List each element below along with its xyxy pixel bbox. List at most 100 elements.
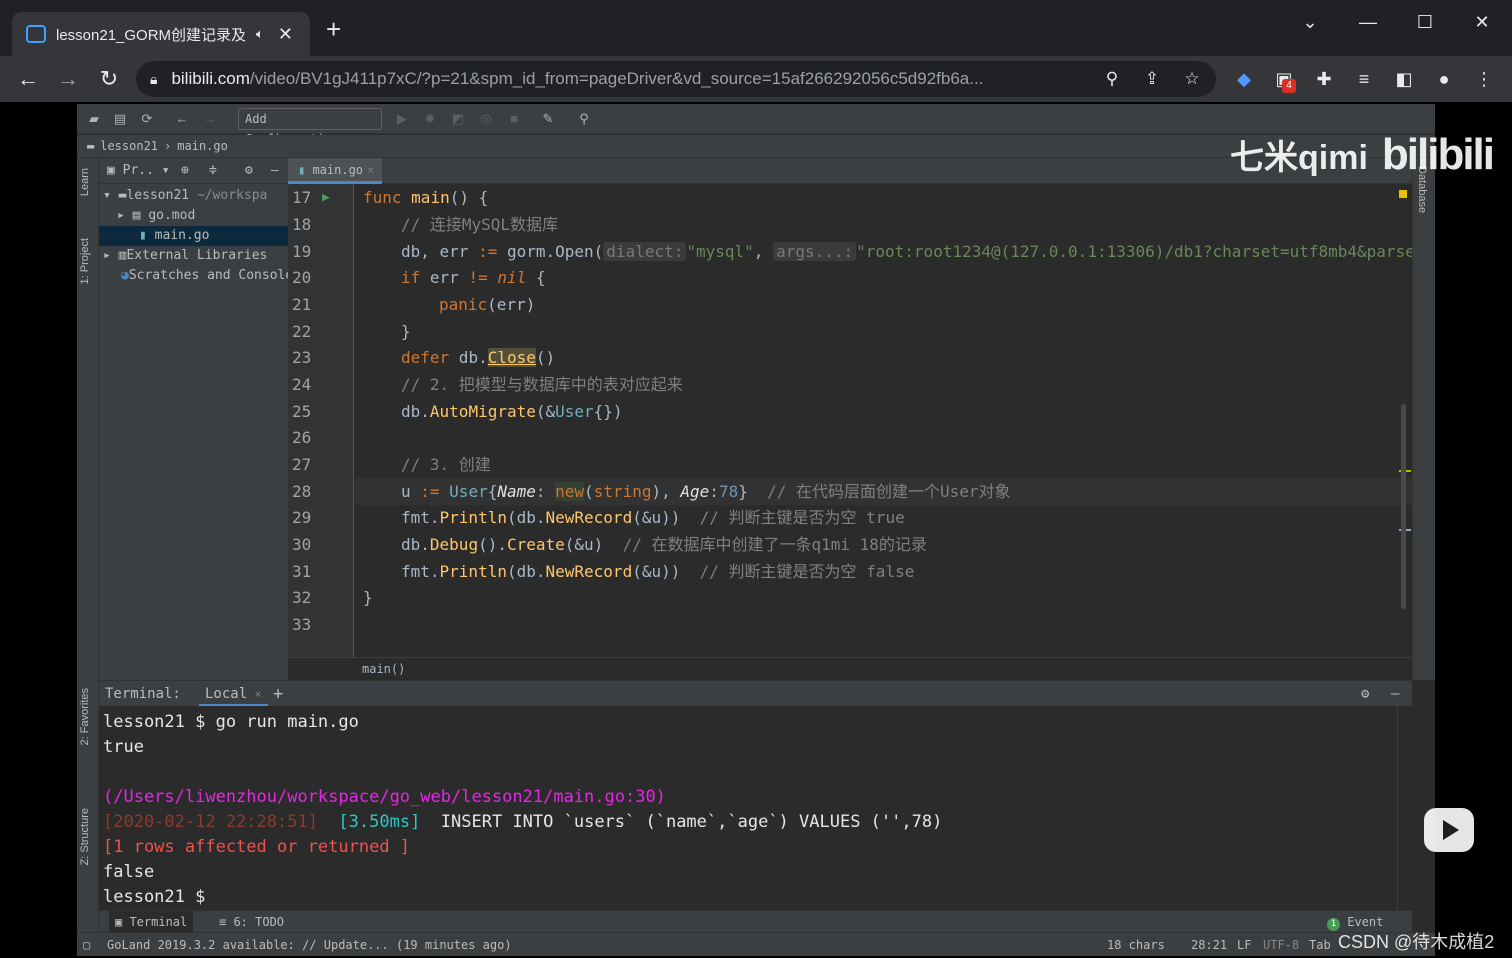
line-number: 18 bbox=[292, 215, 312, 234]
back-icon[interactable]: ← bbox=[14, 65, 42, 93]
structure-tool-tab[interactable]: Z: Structure bbox=[79, 808, 91, 865]
hide-panel-icon[interactable]: — bbox=[271, 158, 279, 184]
profile-icon[interactable]: ◎ bbox=[477, 110, 495, 128]
line-number: 20 bbox=[292, 268, 312, 287]
terminal-output[interactable]: lesson21 $ go run main.go true (/Users/l… bbox=[99, 706, 1398, 910]
close-terminal-tab-icon[interactable]: × bbox=[247, 687, 261, 701]
close-window-button[interactable]: ✕ bbox=[1462, 8, 1502, 36]
tree-item-external-libraries[interactable]: ▸ ▥External Libraries bbox=[99, 246, 288, 266]
tree-item-scratches[interactable]: ◕Scratches and Consoles bbox=[99, 266, 288, 286]
reload-icon[interactable]: ↻ bbox=[95, 65, 123, 93]
debug-icon[interactable]: ✹ bbox=[421, 110, 439, 128]
wrench-icon[interactable]: ✎ bbox=[539, 110, 557, 128]
search-everywhere-icon[interactable]: ⚲ bbox=[575, 110, 593, 128]
line-number: 21 bbox=[292, 295, 312, 314]
close-tab-icon[interactable]: × bbox=[367, 163, 374, 177]
terminal-tab-local[interactable]: Local × bbox=[199, 681, 268, 707]
terminal-prompt: lesson21 $ bbox=[103, 887, 206, 907]
forward-nav-icon[interactable]: → bbox=[201, 110, 219, 128]
collapse-icon[interactable]: ≑ bbox=[209, 158, 217, 184]
save-icon[interactable]: ▤ bbox=[111, 110, 129, 128]
terminal-line: lesson21 $ go run main.go bbox=[103, 712, 359, 732]
speaker-icon[interactable]: 🔈︎ bbox=[256, 26, 264, 42]
share-icon[interactable]: ⇪ bbox=[1140, 67, 1164, 91]
tree-item-go-mod[interactable]: ▸ ▤ go.mod bbox=[99, 206, 288, 226]
scratches-icon: ◕ bbox=[121, 268, 129, 283]
new-terminal-tab-button[interactable]: + bbox=[273, 681, 283, 707]
editor-scrollbar[interactable] bbox=[1401, 404, 1406, 609]
status-caret-position[interactable]: 28:21 bbox=[1191, 933, 1227, 957]
play-button-icon[interactable] bbox=[1424, 808, 1474, 852]
back-nav-icon[interactable]: ← bbox=[173, 110, 191, 128]
extension-diamond-icon[interactable]: ◆ bbox=[1232, 67, 1256, 91]
forward-icon[interactable]: → bbox=[54, 65, 82, 93]
reading-list-icon[interactable]: ≡ bbox=[1352, 67, 1376, 91]
code-editor[interactable]: func main() { // 连接MySQL数据库 db, err := g… bbox=[355, 184, 1412, 680]
sync-icon[interactable]: ⟳ bbox=[138, 110, 156, 128]
status-line-separator[interactable]: LF bbox=[1237, 933, 1251, 957]
terminal-line: [1 rows affected or returned ] bbox=[103, 837, 411, 857]
terminal-line: false bbox=[103, 862, 155, 882]
terminal-settings-icon[interactable]: ⚙ bbox=[1361, 681, 1369, 707]
status-window-icon[interactable]: ▢ bbox=[83, 933, 90, 957]
project-view-selector[interactable]: Pr.. bbox=[123, 163, 154, 178]
address-bar[interactable]: 🔒︎ bilibili.com/video/BV1gJ411p7xC/?p=21… bbox=[136, 61, 1216, 97]
line-number: 28 bbox=[292, 482, 312, 501]
url-text[interactable]: bilibili.com/video/BV1gJ411p7xC/?p=21&sp… bbox=[171, 69, 1081, 89]
extension-badge-icon[interactable]: ▣4 bbox=[1272, 67, 1296, 93]
lock-icon[interactable]: 🔒︎ bbox=[150, 71, 157, 88]
new-tab-button[interactable]: + bbox=[326, 16, 341, 42]
browser-tab[interactable]: lesson21_GORM创建记录及 🔈︎ ✕ bbox=[12, 12, 310, 56]
add-configuration-button[interactable]: Add Configuration... bbox=[238, 108, 382, 146]
collapse-arrow-icon[interactable]: ▸ bbox=[103, 248, 119, 263]
terminal-header: Terminal: Local × + ⚙ — bbox=[99, 680, 1412, 707]
run-gutter-icon[interactable]: ▶ bbox=[322, 184, 330, 211]
breadcrumb-project[interactable]: lesson21 bbox=[100, 139, 158, 153]
breadcrumb-file[interactable]: main.go bbox=[177, 139, 228, 153]
expand-arrow-icon[interactable]: ▾ bbox=[103, 188, 119, 203]
settings-gear-icon[interactable]: ⚙ bbox=[245, 158, 253, 184]
minimize-button[interactable]: — bbox=[1348, 8, 1388, 36]
status-indent[interactable]: Tab bbox=[1309, 933, 1331, 957]
tree-item-main-go[interactable]: ▮ main.go bbox=[99, 226, 288, 246]
learn-tool-tab[interactable]: Learn bbox=[79, 168, 91, 196]
open-folder-icon[interactable]: ▰ bbox=[85, 110, 103, 128]
dropdown-arrow-icon[interactable]: ▾ bbox=[154, 163, 170, 178]
status-encoding[interactable]: UTF-8 bbox=[1263, 933, 1299, 957]
inspection-status-icon[interactable] bbox=[1399, 190, 1407, 198]
code-line-32: } bbox=[363, 588, 373, 607]
todo-tool-tab[interactable]: ≡ 6: TODO bbox=[219, 911, 284, 933]
profile-avatar-icon[interactable]: ● bbox=[1432, 67, 1456, 91]
project-view-icon: ▣ bbox=[107, 163, 123, 178]
locate-icon[interactable]: ⊕ bbox=[181, 158, 189, 184]
side-panel-icon[interactable]: ◧ bbox=[1392, 67, 1416, 91]
line-number: 22 bbox=[292, 322, 312, 341]
editor-tab-main-go[interactable]: ▮ main.go × bbox=[288, 158, 382, 184]
close-tab-icon[interactable]: ✕ bbox=[278, 24, 293, 45]
code-structure-crumb[interactable]: main() bbox=[288, 657, 1412, 680]
status-message[interactable]: GoLand 2019.3.2 available: // Update... … bbox=[107, 933, 512, 957]
collapse-arrow-icon[interactable]: ▸ bbox=[117, 208, 133, 223]
zoom-icon[interactable]: ⚲ bbox=[1100, 67, 1124, 91]
tab-search-icon[interactable]: ⌄ bbox=[1290, 8, 1330, 36]
menu-kebab-icon[interactable]: ⋮ bbox=[1472, 67, 1496, 91]
breadcrumb-folder-icon: ▬ bbox=[87, 139, 95, 153]
bookmark-star-icon[interactable]: ☆ bbox=[1180, 67, 1204, 91]
terminal-tool-tab[interactable]: ▣ Terminal bbox=[109, 911, 194, 933]
line-number: 17 bbox=[292, 188, 312, 207]
csdn-watermark: CSDN @待木成植2 bbox=[1338, 932, 1495, 952]
terminal-hide-icon[interactable]: — bbox=[1391, 681, 1399, 707]
favorites-tool-tab[interactable]: 2: Favorites bbox=[79, 688, 91, 745]
goland-ide-video: ▰ ▤ ⟳ ← → Add Configuration... ▶ ✹ ◩ ◎ ■… bbox=[77, 104, 1435, 956]
breadcrumb-separator: › bbox=[164, 139, 172, 153]
terminal-divider bbox=[1397, 706, 1398, 910]
coverage-icon[interactable]: ◩ bbox=[449, 110, 467, 128]
run-icon[interactable]: ▶ bbox=[393, 110, 411, 128]
project-tool-tab[interactable]: 1: Project bbox=[79, 238, 91, 284]
code-line-28: u := User{Name: new(string), Age:78} // … bbox=[355, 478, 1412, 505]
qimi-bilibili-logo: 七米qimi bilibili bbox=[1230, 130, 1495, 179]
maximize-button[interactable]: ☐ bbox=[1405, 8, 1445, 36]
extensions-puzzle-icon[interactable]: ✚ bbox=[1312, 67, 1336, 91]
stop-icon[interactable]: ■ bbox=[505, 110, 523, 128]
tree-item-lesson21[interactable]: ▾ ▬lesson21 ~/workspa bbox=[99, 186, 288, 206]
